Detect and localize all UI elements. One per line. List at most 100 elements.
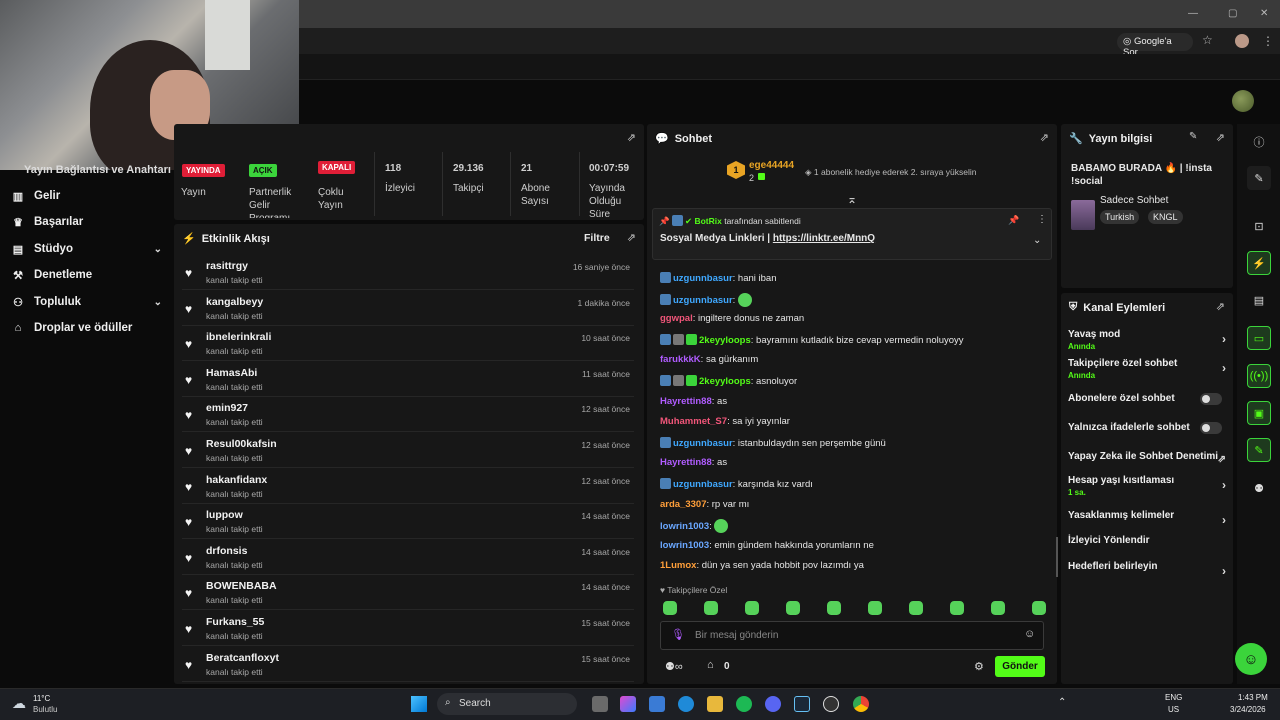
copilot-icon[interactable] (620, 696, 636, 712)
chat-username[interactable]: uzgunnbasur (673, 438, 733, 449)
chat-username[interactable]: Hayrettin88 (660, 457, 712, 468)
spotify-icon[interactable] (736, 696, 752, 712)
channel-action-row[interactable]: Hesap yaşı kısıtlaması 1 sa. › (1068, 475, 1226, 497)
emote-icon[interactable] (909, 601, 923, 615)
bolt-icon[interactable]: ⚡ (1247, 251, 1271, 275)
channel-action-row[interactable]: Yalnızca ifadelerle sohbet (1068, 422, 1226, 434)
emoji-icon[interactable]: ☺ (1024, 628, 1035, 640)
send-button[interactable]: Gönder (995, 656, 1045, 677)
activity-username[interactable]: kangalbeyy (206, 296, 263, 308)
toggle-switch[interactable] (1200, 393, 1222, 405)
chevron-right-icon[interactable]: › (1222, 513, 1226, 527)
steam-icon[interactable] (794, 696, 810, 712)
activity-row[interactable]: ♥ kangalbeyy kanalı takip etti 1 dakika önc… (182, 292, 634, 326)
chat-message[interactable]: 2keyyloops: asnoluyor (660, 375, 797, 387)
popout-icon[interactable]: ⇗ (1216, 131, 1225, 144)
info-icon[interactable]: ⓘ (1247, 130, 1271, 154)
clock-date[interactable]: 3/24/2026 (1230, 705, 1266, 714)
activity-row[interactable]: ♥ drfonsis kanalı takip etti 14 saat önce (182, 541, 634, 575)
emote-icon[interactable] (786, 601, 800, 615)
chat-username[interactable]: 2keyyloops (699, 335, 751, 346)
activity-row[interactable]: ♥ emin927 kanalı takip etti 12 saat önce (182, 398, 634, 433)
chat-input-box[interactable]: 🎙 Bir mesaj gönderin ☺ (660, 621, 1044, 650)
chevron-down-icon[interactable]: ⌄ (1033, 235, 1041, 246)
emote-icon[interactable] (827, 601, 841, 615)
channel-action-row[interactable]: Takipçilere özel sohbet Anında › (1068, 358, 1226, 380)
expand-leaderboard-icon[interactable]: ⌅ (847, 192, 857, 206)
edit-icon[interactable]: ✎ (1247, 166, 1271, 190)
chat-username[interactable]: lowrin1003 (660, 540, 709, 551)
emote-icon[interactable] (663, 601, 677, 615)
chat-username[interactable]: arda_3307 (660, 499, 706, 510)
support-chat-button[interactable]: ☺ (1235, 643, 1267, 675)
activity-username[interactable]: Beratcanfloxyt (206, 652, 279, 664)
popout-icon[interactable]: ⇗ (1216, 300, 1225, 313)
obs-icon[interactable] (823, 696, 839, 712)
emote-icon[interactable] (950, 601, 964, 615)
top-gifter-name[interactable]: ege44444 (749, 160, 794, 171)
document-icon[interactable]: ▤ (1247, 288, 1271, 312)
archive-icon[interactable]: ▣ (1247, 401, 1271, 425)
close-window-button[interactable]: ✕ (1260, 8, 1268, 19)
pinned-link[interactable]: https://linktr.ee/MnnQ (773, 233, 875, 244)
pinned-menu-icon[interactable]: ⋮ (1037, 214, 1047, 225)
activity-username[interactable]: emin927 (206, 402, 248, 414)
chat-username[interactable]: uzgunnbasur (673, 479, 733, 490)
chat-scrollbar[interactable] (1056, 537, 1058, 577)
channel-action-row[interactable]: Yavaş mod Anında › (1068, 329, 1226, 351)
microphone-icon[interactable]: 🎙 (671, 628, 685, 641)
activity-row[interactable]: ♥ BOWENBABA kanalı takip etti 14 saat önce (182, 576, 634, 611)
chat-message[interactable]: uzgunnbasur: hani iban (660, 272, 776, 284)
emote-icon[interactable] (1032, 601, 1046, 615)
minimize-button[interactable]: — (1188, 8, 1198, 19)
weather-temp[interactable]: 11°C (33, 694, 50, 703)
chevron-up-icon[interactable]: ⌃ (1058, 697, 1066, 708)
chat-message[interactable]: arda_3307: rp var mı (660, 499, 749, 510)
capture-icon[interactable]: ⊡ (1247, 214, 1271, 238)
activity-username[interactable]: BOWENBABA (206, 580, 277, 592)
file-explorer-icon[interactable] (707, 696, 723, 712)
activity-username[interactable]: rasittrgy (206, 260, 248, 272)
activity-row[interactable]: ♥ rasittrgy kanalı takip etti 16 saniye önc… (182, 256, 634, 290)
chat-icon[interactable]: ▭ (1247, 326, 1271, 350)
sidebar-item-studio[interactable]: ▤ Stüdyo ⌄ (12, 239, 162, 259)
weather-text[interactable]: Bulutlu (33, 705, 57, 714)
edge-icon[interactable] (678, 696, 694, 712)
category-name[interactable]: Sadece Sohbet (1100, 195, 1168, 206)
broadcast-icon[interactable]: ((•)) (1247, 364, 1271, 388)
chevron-right-icon[interactable]: › (1222, 478, 1226, 492)
language-indicator[interactable]: ENG (1165, 693, 1182, 702)
activity-row[interactable]: ♥ Furkans_55 kanalı takip etti 15 saat önce (182, 612, 634, 646)
pin-icon[interactable]: 📌 (1008, 215, 1019, 226)
activity-username[interactable]: Furkans_55 (206, 616, 264, 628)
channel-action-row[interactable]: Abonelere özel sohbet (1068, 393, 1226, 405)
channel-action-row[interactable]: Hedefleri belirleyin › (1068, 561, 1226, 578)
chat-message[interactable]: Hayrettin88: as (660, 396, 727, 407)
chat-username[interactable]: uzgunnbasur (673, 295, 733, 306)
channel-action-row[interactable]: Yapay Zeka ile Sohbet Denetimi ⇗ (1068, 451, 1226, 465)
edit-icon[interactable]: ✎ (1189, 131, 1197, 142)
activity-row[interactable]: ♥ ibnelerinkrali kanalı takip etti 10 saat … (182, 327, 634, 362)
bookmark-star-icon[interactable]: ☆ (1202, 33, 1213, 47)
sidebar-item-stream-key[interactable]: Yayın Bağlantısı ve Anahtarı (24, 160, 174, 180)
popout-icon[interactable]: ⇗ (627, 231, 636, 244)
browser-menu-icon[interactable]: ⋮ (1262, 34, 1274, 48)
chat-message[interactable]: lowrin1003: emin gündem hakkında yorumla… (660, 540, 874, 551)
activity-username[interactable]: HamasAbi (206, 367, 257, 379)
chat-username[interactable]: 2keyyloops (699, 376, 751, 387)
activity-username[interactable]: luppow (206, 509, 243, 521)
popout-icon[interactable]: ⇗ (627, 131, 636, 144)
user-avatar[interactable] (1232, 90, 1254, 112)
external-link-icon[interactable]: ⇗ (1218, 454, 1226, 465)
chat-message[interactable]: uzgunnbasur: karşında kız vardı (660, 478, 813, 490)
clock-time[interactable]: 1:43 PM (1238, 693, 1268, 702)
chevron-right-icon[interactable]: › (1222, 361, 1226, 375)
emote-icon[interactable] (868, 601, 882, 615)
chat-username[interactable]: uzgunnbasur (673, 273, 733, 284)
chat-message[interactable]: Hayrettin88: as (660, 457, 727, 468)
sidebar-item-revenue[interactable]: ▥ Gelir (12, 186, 162, 206)
chevron-right-icon[interactable]: › (1222, 564, 1226, 578)
chat-username[interactable]: Muhammet_S7 (660, 416, 727, 427)
emote-icon[interactable] (704, 601, 718, 615)
channel-action-row[interactable]: İzleyici Yönlendir (1068, 535, 1226, 546)
